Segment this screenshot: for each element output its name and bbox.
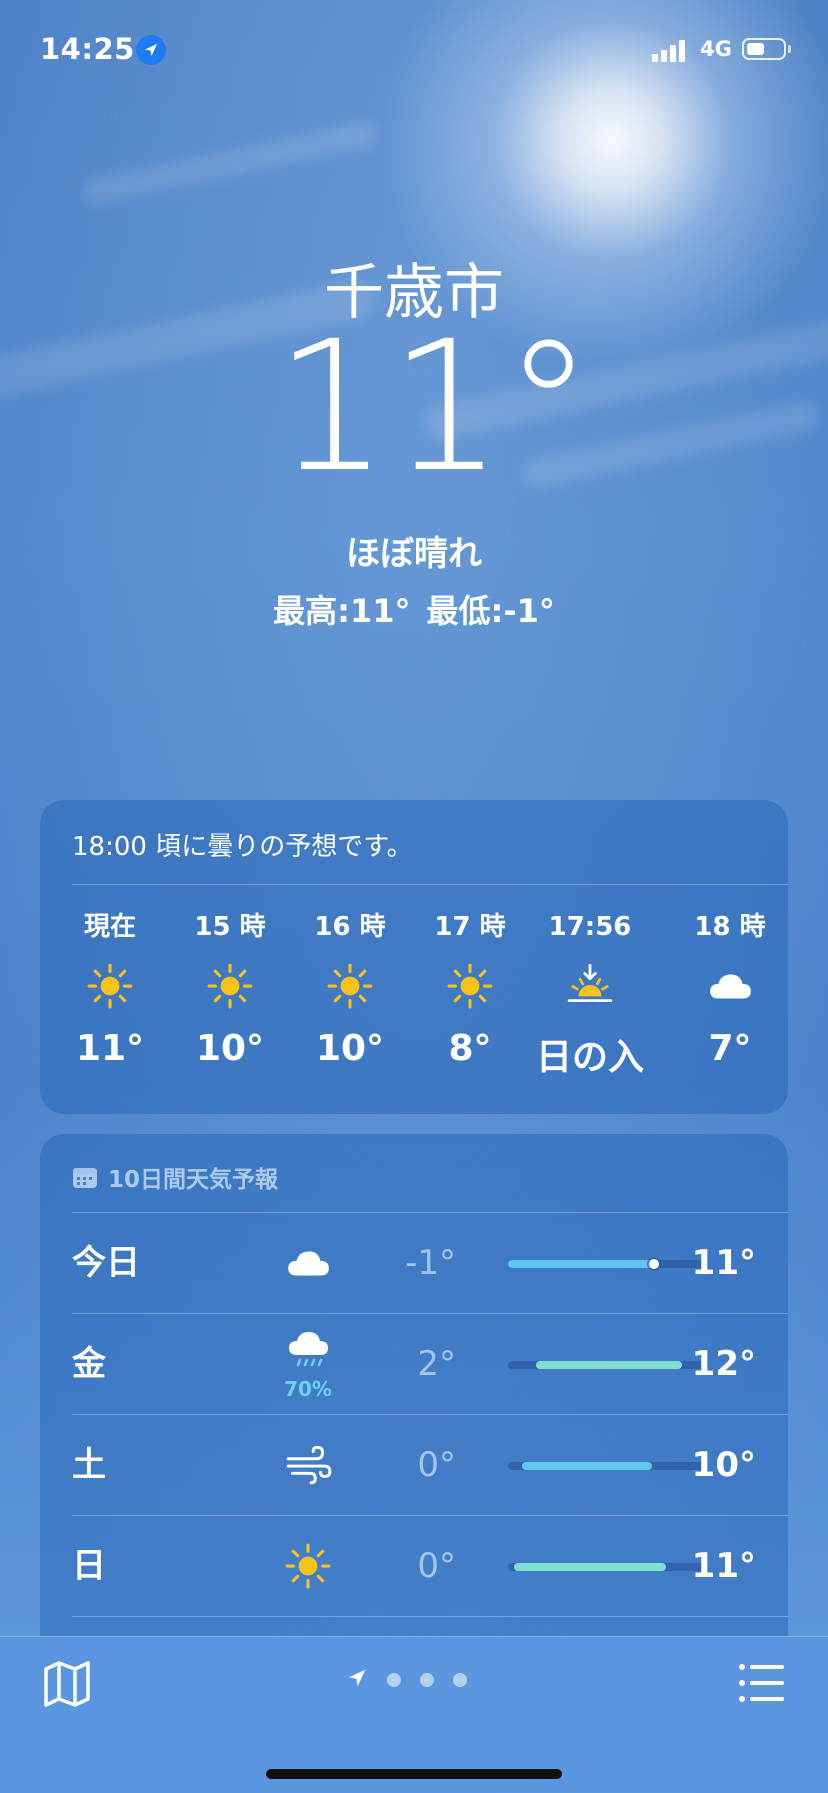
low-temp: 0° [417,1546,456,1586]
day-label: 日 [72,1546,106,1586]
low-temperature: 最低:-1° [426,592,555,630]
hourly-value: 10° [315,1028,385,1069]
daily-row[interactable]: 日 0° 11° [72,1516,756,1616]
hourly-item: 18 時 7° [670,912,790,1069]
hourly-value: 10° [195,1028,265,1069]
bottom-toolbar [0,1636,828,1793]
hourly-summary: 18:00 頃に曇りの予想です。 [72,832,413,862]
sun-icon [290,956,410,1016]
divider [72,1616,788,1617]
location-arrow-icon [136,35,166,65]
hourly-time: 15 時 [194,912,266,942]
sun-icon [50,956,170,1016]
status-time: 14:25 [40,32,135,66]
hourly-value: 11° [75,1028,145,1069]
calendar-icon [73,1168,97,1188]
divider [72,884,788,885]
daily-row[interactable]: 今日 -1° 11° [72,1213,756,1313]
low-temp: 2° [417,1344,456,1384]
daily-forecast-card[interactable]: 10日間天気予報 今日 -1° 11° 金 70% 2° 12° 土 0° 10° 日… [40,1134,788,1654]
high-temp: 12° [691,1344,756,1384]
current-temp-dot [649,1259,659,1269]
hourly-value: 8° [448,1028,492,1069]
hourly-value: 日の入 [535,1037,644,1078]
high-temp: 11° [691,1546,756,1586]
temperature-range-bar [508,1462,706,1470]
hourly-item: 17:56 日の入 [530,912,650,1080]
precipitation-chance: 70% [284,1377,332,1401]
wind-icon [280,1415,336,1515]
list-icon[interactable] [738,1661,786,1705]
low-temp: -1° [405,1243,456,1283]
day-label: 土 [72,1445,106,1485]
hourly-time: 17 時 [434,912,506,942]
hourly-item: 現在 11° [50,912,170,1069]
home-indicator[interactable] [266,1769,562,1779]
hourly-item: 17 時 8° [410,912,530,1069]
hourly-item: 15 時 10° [170,912,290,1069]
hourly-forecast-card[interactable]: 18:00 頃に曇りの予想です。 現在 11° 15 時 10° 16 時 10° 1… [40,800,788,1114]
page-dot[interactable] [387,1673,401,1687]
hourly-time: 18 時 [694,912,766,942]
high-temp: 11° [691,1243,756,1283]
map-icon[interactable] [42,1659,92,1709]
hourly-time: 16 時 [314,912,386,942]
hourly-time: 17:56 [548,912,632,942]
high-temperature: 最高:11° [273,592,411,630]
temperature-range-bar [508,1563,706,1571]
cloud-rain-icon: 70% [280,1314,336,1414]
high-low: 最高:11° 最低:-1° [0,586,828,632]
current-condition: ほぼ晴れ [346,534,482,574]
daily-header: 10日間天気予報 [72,1160,278,1194]
daily-title: 10日間天気予報 [108,1167,279,1193]
temperature-range-bar [508,1361,706,1369]
page-dot[interactable] [420,1673,434,1687]
status-bar: 14:25 4G [0,32,828,72]
day-label: 今日 [72,1243,140,1283]
cellular-signal-icon [652,40,685,62]
page-indicator[interactable] [346,1667,467,1693]
sunset-icon [530,956,650,1016]
hourly-value: 7° [708,1028,752,1069]
cloud-icon [280,1213,336,1313]
page-dot[interactable] [453,1673,467,1687]
high-temp: 10° [691,1445,756,1485]
daily-row[interactable]: 金 70% 2° 12° [72,1314,756,1414]
hourly-item: 16 時 10° [290,912,410,1069]
day-label: 金 [72,1344,106,1384]
battery-icon [742,38,786,60]
low-temp: 0° [417,1445,456,1485]
hourly-time: 現在 [83,912,136,942]
hourly-list[interactable]: 現在 11° 15 時 10° 16 時 10° 17 時 8° 17:56 日の入 18… [40,912,788,1102]
cloud-icon [670,956,790,1016]
temperature-range-bar [508,1259,706,1269]
sun-icon [410,956,530,1016]
network-type: 4G [700,37,732,61]
sun-icon [280,1516,336,1616]
sun-icon [170,956,290,1016]
current-temperature: 11° [274,303,594,512]
daily-row[interactable]: 土 0° 10° [72,1415,756,1515]
current-location-page-icon[interactable] [346,1667,368,1693]
